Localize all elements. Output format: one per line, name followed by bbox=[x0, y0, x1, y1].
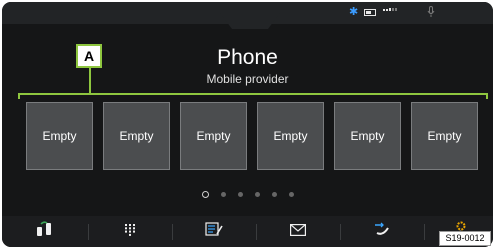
page-dot-2[interactable] bbox=[220, 192, 226, 197]
page-dot-3[interactable] bbox=[237, 192, 243, 197]
nav-separator bbox=[172, 224, 173, 240]
page-dot-6[interactable] bbox=[288, 192, 294, 197]
page-dot-4[interactable] bbox=[254, 192, 260, 197]
page-indicator bbox=[2, 191, 493, 198]
nav-separator bbox=[424, 224, 425, 240]
provider-name: Mobile provider bbox=[206, 72, 289, 86]
nav-separator bbox=[340, 224, 341, 240]
battery-icon bbox=[364, 9, 376, 16]
preset-slot-4[interactable]: Empty bbox=[257, 102, 324, 170]
preset-slot-1[interactable]: Empty bbox=[26, 102, 93, 170]
page-dot-5[interactable] bbox=[271, 192, 277, 197]
nav-separator bbox=[88, 224, 89, 240]
signal-strength-icon bbox=[383, 8, 397, 11]
call-list-icon bbox=[373, 222, 391, 241]
callout-leader-line bbox=[89, 68, 91, 94]
preset-slot-6[interactable]: Empty bbox=[411, 102, 478, 170]
preset-slot-5[interactable]: Empty bbox=[334, 102, 401, 170]
microphone-icon bbox=[427, 6, 435, 22]
contacts-icon bbox=[205, 222, 223, 241]
nav-phone-transfer-button[interactable] bbox=[4, 216, 84, 247]
nav-messages-button[interactable] bbox=[258, 216, 338, 247]
phone-transfer-icon bbox=[36, 221, 52, 242]
preset-slot-2[interactable]: Empty bbox=[103, 102, 170, 170]
infotainment-screen: ✱ Phone Mobile provider Empty Empty Empt… bbox=[2, 2, 493, 247]
bottom-nav-bar bbox=[2, 216, 493, 247]
figure-reference-code: S19-0012 bbox=[439, 231, 491, 246]
nav-separator bbox=[256, 224, 257, 240]
nav-call-list-button[interactable] bbox=[342, 216, 422, 247]
nav-keypad-button[interactable] bbox=[90, 216, 170, 247]
messages-icon bbox=[290, 223, 307, 241]
bluetooth-icon: ✱ bbox=[349, 6, 359, 18]
page-dot-1[interactable] bbox=[201, 191, 209, 198]
keypad-icon bbox=[125, 223, 135, 241]
nav-contacts-button[interactable] bbox=[174, 216, 254, 247]
status-bar-notch bbox=[220, 13, 280, 29]
callout-label: A bbox=[76, 44, 102, 68]
preset-slot-3[interactable]: Empty bbox=[180, 102, 247, 170]
callout-bracket bbox=[18, 93, 488, 99]
